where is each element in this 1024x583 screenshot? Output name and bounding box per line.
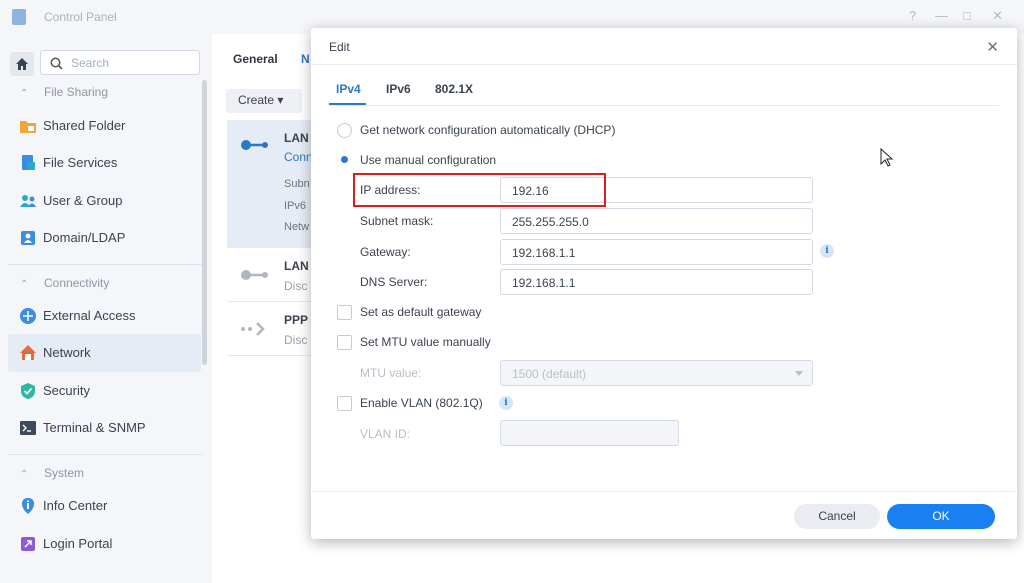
home-button[interactable] [10, 52, 34, 76]
pppoe-icon [241, 322, 265, 336]
manual-config-radio[interactable] [337, 152, 352, 167]
mtu-manual-checkbox[interactable] [337, 335, 352, 350]
minimize-icon[interactable]: — [935, 8, 948, 23]
dns-server-label: DNS Server: [360, 275, 428, 289]
search-box[interactable] [40, 50, 200, 75]
section-connectivity[interactable]: ⌃ Connectivity [20, 276, 109, 290]
sidebar-item-user-group[interactable]: User & Group [8, 182, 201, 220]
shield-icon [21, 383, 35, 399]
default-gateway-label[interactable]: Set as default gateway [360, 305, 481, 319]
vlan-id-field[interactable] [500, 420, 679, 446]
chevron-up-icon: ⌃ [20, 88, 29, 99]
gateway-info-icon[interactable]: i [820, 244, 834, 258]
section-system[interactable]: ⌃ System [20, 466, 84, 480]
vlan-checkbox[interactable] [337, 396, 352, 411]
window-title: Control Panel [44, 10, 117, 24]
sidebar-divider [8, 264, 202, 265]
info-center-icon [22, 498, 34, 514]
close-window-icon[interactable]: ✕ [992, 8, 1003, 24]
chevron-up-icon: ⌃ [20, 469, 29, 480]
shared-folder-icon [20, 121, 36, 133]
section-file-sharing[interactable]: ⌃ File Sharing [20, 85, 108, 99]
mtu-manual-label[interactable]: Set MTU value manually [360, 335, 491, 349]
tab-divider [329, 105, 999, 106]
create-button[interactable]: Create ▾ [226, 89, 302, 113]
sidebar-item-domain-ldap[interactable]: Domain/LDAP [8, 219, 201, 257]
tab-general[interactable]: General [233, 52, 278, 66]
interface-status: Conn [284, 150, 313, 164]
subnet-mask-field[interactable]: 255.255.255.0 [500, 208, 813, 234]
maximize-icon[interactable]: □ [963, 8, 971, 23]
connected-icon [241, 140, 268, 150]
sidebar-scrollbar[interactable] [202, 80, 207, 365]
help-icon[interactable]: ? [909, 8, 916, 23]
default-gateway-checkbox[interactable] [337, 305, 352, 320]
cancel-button[interactable]: Cancel [794, 504, 880, 529]
dialog-footer-divider [311, 491, 1017, 492]
ok-button[interactable]: OK [887, 504, 995, 529]
vlan-label[interactable]: Enable VLAN (802.1Q) [360, 396, 483, 410]
sidebar-item-shared-folder[interactable]: Shared Folder [8, 107, 201, 145]
dialog-header-divider [311, 64, 1017, 65]
tab-8021x[interactable]: 802.1X [435, 82, 473, 96]
dns-server-field[interactable]: 192.168.1.1 [500, 269, 813, 295]
tab-ipv6[interactable]: IPv6 [386, 82, 411, 96]
vlan-info-icon[interactable]: i [499, 396, 513, 410]
sidebar-item-info-center[interactable]: Info Center [8, 487, 201, 525]
ip-address-highlight [353, 173, 606, 207]
edit-dialog: Edit ✕ IPv4 IPv6 802.1X Get network conf… [311, 28, 1017, 539]
interface-name: LAN [284, 259, 309, 273]
sidebar-item-external-access[interactable]: External Access [8, 297, 201, 335]
mtu-value-select[interactable]: 1500 (default) [500, 360, 813, 386]
dialog-title: Edit [329, 40, 350, 54]
subnet-mask-label: Subnet mask: [360, 214, 434, 228]
tab-ipv4[interactable]: IPv4 [336, 82, 361, 96]
chevron-down-icon [795, 371, 803, 376]
sidebar-divider [8, 454, 202, 455]
sidebar-item-security[interactable]: Security [8, 372, 201, 410]
user-group-icon [20, 195, 36, 207]
interface-name: LAN [284, 131, 309, 145]
interface-detail: Subn [284, 178, 310, 190]
external-access-icon [20, 308, 36, 324]
login-portal-icon [21, 537, 35, 551]
manual-config-label[interactable]: Use manual configuration [360, 153, 496, 167]
interface-card-pppoe[interactable]: PPP Disc [227, 302, 317, 356]
mouse-cursor-icon [880, 148, 894, 167]
interface-card-lan1[interactable]: LAN Conn Subn IPv6 Netw [227, 120, 317, 248]
gateway-field[interactable]: 192.168.1.1 [500, 239, 813, 265]
control-panel-icon [12, 9, 26, 25]
dhcp-label[interactable]: Get network configuration automatically … [360, 123, 615, 137]
gateway-label: Gateway: [360, 245, 411, 259]
search-icon [50, 57, 63, 70]
home-icon [16, 58, 28, 70]
domain-ldap-icon [21, 231, 35, 245]
sidebar-item-login-portal[interactable]: Login Portal [8, 525, 201, 563]
disconnected-icon [241, 270, 268, 280]
close-icon[interactable]: ✕ [986, 38, 999, 56]
file-services-icon [22, 155, 35, 170]
interface-card-lan2[interactable]: LAN Disc [227, 248, 317, 302]
mtu-value-label: MTU value: [360, 366, 422, 380]
mtu-value-text: 1500 (default) [512, 367, 587, 381]
chevron-up-icon: ⌃ [20, 279, 29, 290]
dhcp-radio[interactable] [337, 123, 352, 138]
interface-detail: IPv6 [284, 200, 307, 212]
sidebar-item-terminal-snmp[interactable]: Terminal & SNMP [8, 409, 201, 447]
network-icon [20, 345, 36, 360]
sidebar-item-network[interactable]: Network [8, 334, 201, 372]
sidebar-item-file-services[interactable]: File Services [8, 144, 201, 182]
terminal-icon [20, 421, 36, 435]
vlan-id-label: VLAN ID: [360, 427, 411, 441]
tab-network-interface[interactable]: N [301, 52, 310, 66]
search-input[interactable] [69, 54, 194, 72]
interface-name: PPP [284, 313, 309, 327]
interface-status: Disc [284, 333, 308, 347]
interface-status: Disc [284, 279, 308, 293]
interface-detail: Netw [284, 221, 310, 233]
active-tab-indicator [329, 103, 366, 105]
